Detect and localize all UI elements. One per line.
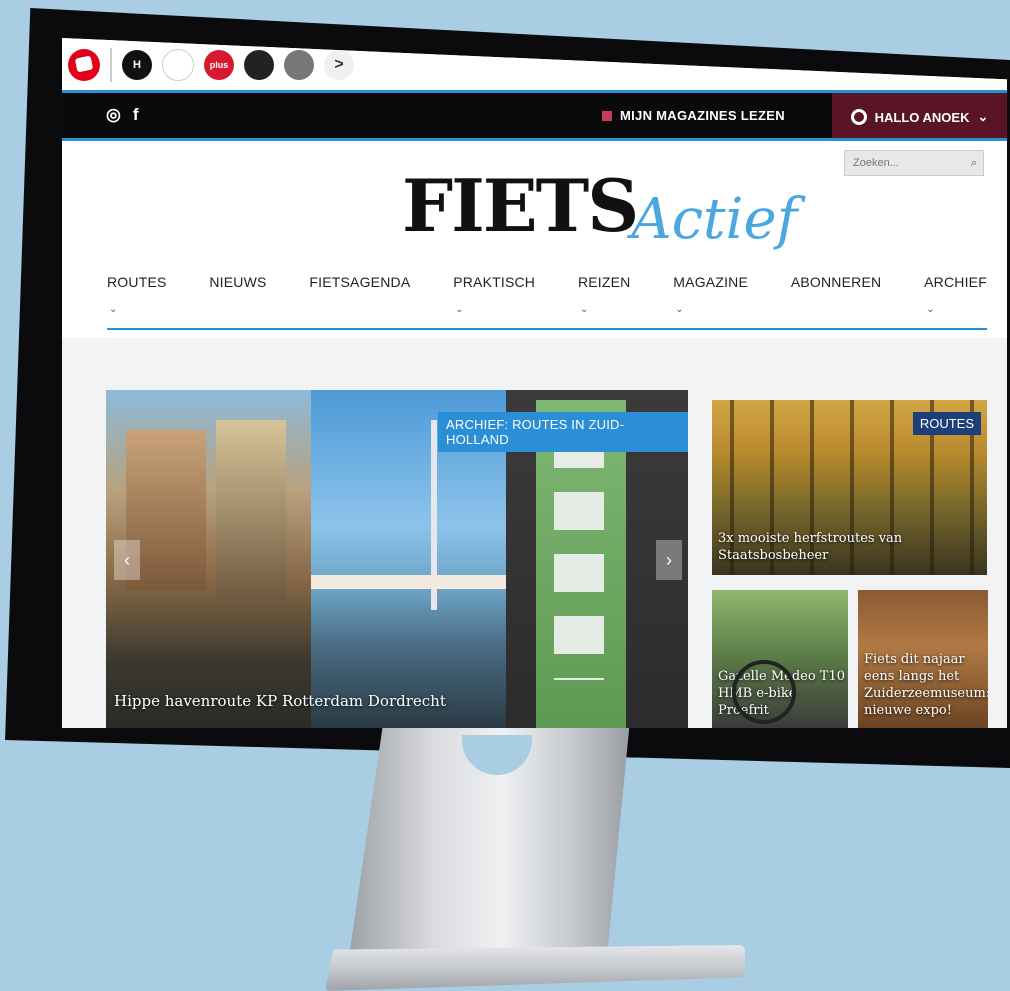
nav-underline — [107, 328, 987, 330]
nav-item-magazine[interactable]: MAGAZINE ⌄ — [673, 274, 748, 315]
chevron-down-icon: ⌄ — [977, 109, 989, 124]
article-card-forest[interactable]: ROUTES 3x mooiste herfstroutes van Staat… — [712, 400, 987, 575]
publication-cyclist-icon[interactable] — [162, 49, 194, 81]
search-input[interactable] — [851, 156, 965, 170]
my-magazines-link[interactable]: MIJN MAGAZINES LEZEN — [602, 108, 785, 123]
chevron-down-icon: ⌄ — [455, 304, 464, 315]
nav-item-archief[interactable]: ARCHIEF ⌄ — [924, 274, 987, 315]
more-publications-chevron-icon[interactable]: > — [324, 50, 354, 80]
logo-wordmark: FIETS — [402, 163, 639, 248]
site-logo[interactable]: FIETS Actief — [402, 163, 797, 248]
user-icon — [850, 109, 867, 125]
article-headline: Fiets dit najaar eens langs het Zuiderze… — [864, 652, 988, 719]
nav-item-praktisch[interactable]: PRAKTISCH ⌄ — [453, 274, 535, 315]
facebook-icon[interactable]: f — [133, 105, 139, 125]
slider-prev-icon[interactable]: ‹ — [114, 540, 140, 580]
publication-plus-icon[interactable]: plus — [204, 50, 234, 80]
publication-grey-icon[interactable] — [284, 50, 314, 80]
account-menu-button[interactable]: HALLO ANOEK ⌄ — [832, 93, 1007, 141]
routes-tag[interactable]: ROUTES — [912, 412, 981, 435]
article-card-ebike[interactable]: Gazelle Medeo T10 HMB e-bike Proefrit — [712, 590, 848, 728]
publisher-logo-icon[interactable] — [68, 49, 100, 81]
chevron-down-icon: ⌄ — [109, 304, 118, 315]
account-greeting: HALLO ANOEK — [874, 109, 970, 125]
search-box[interactable]: ⌕ — [844, 150, 984, 176]
social-links: ◎ f — [106, 105, 139, 125]
top-bar: ◎ f MIJN MAGAZINES LEZEN HALLO ANOEK ⌄ — [62, 90, 1007, 141]
header-divider — [62, 138, 1007, 141]
nav-item-nieuws[interactable]: NIEUWS — [209, 274, 266, 306]
nav-item-routes[interactable]: ROUTES ⌄ — [107, 274, 167, 315]
chevron-down-icon: ⌄ — [926, 304, 935, 315]
hero-slider[interactable]: ARCHIEF: ROUTES IN ZUID-HOLLAND ‹ › Hipp… — [106, 390, 688, 728]
article-card-museum[interactable]: Fiets dit najaar eens langs het Zuiderze… — [858, 590, 988, 728]
nav-item-abonneren[interactable]: ABONNEREN — [791, 274, 881, 306]
chevron-down-icon: ⌄ — [579, 304, 589, 315]
article-headline: 3x mooiste herfstroutes van Staatsbosbeh… — [718, 531, 903, 564]
monitor-foot — [325, 945, 745, 991]
nav-item-reizen[interactable]: REIZEN ⌄ — [578, 274, 631, 315]
magazine-icon — [602, 110, 612, 121]
divider — [110, 48, 112, 82]
search-icon[interactable]: ⌕ — [971, 157, 977, 170]
my-magazines-label: MIJN MAGAZINES LEZEN — [620, 108, 785, 123]
main-navigation: ROUTES ⌄ NIEUWS FIETSAGENDA PRAKTISCH ⌄ RE… — [107, 274, 987, 315]
logo-script: Actief — [631, 187, 798, 252]
mural-figures — [554, 430, 604, 680]
publication-dark-icon[interactable] — [244, 50, 274, 80]
browser-screen: H plus > ◎ f MIJN MAGAZINES LEZEN HALLO … — [62, 38, 1007, 728]
instagram-icon[interactable]: ◎ — [106, 105, 121, 125]
chevron-down-icon: ⌄ — [675, 304, 684, 315]
hero-headline[interactable]: Hippe havenroute KP Rotterdam Dordrecht — [114, 692, 446, 710]
publication-h-icon[interactable]: H — [122, 50, 152, 80]
nav-item-fietsagenda[interactable]: FIETSAGENDA — [309, 274, 410, 306]
hero-category-tag[interactable]: ARCHIEF: ROUTES IN ZUID-HOLLAND — [438, 412, 688, 452]
article-headline: Gazelle Medeo T10 HMB e-bike Proefrit — [718, 669, 846, 719]
slider-next-icon[interactable]: › — [656, 540, 682, 580]
